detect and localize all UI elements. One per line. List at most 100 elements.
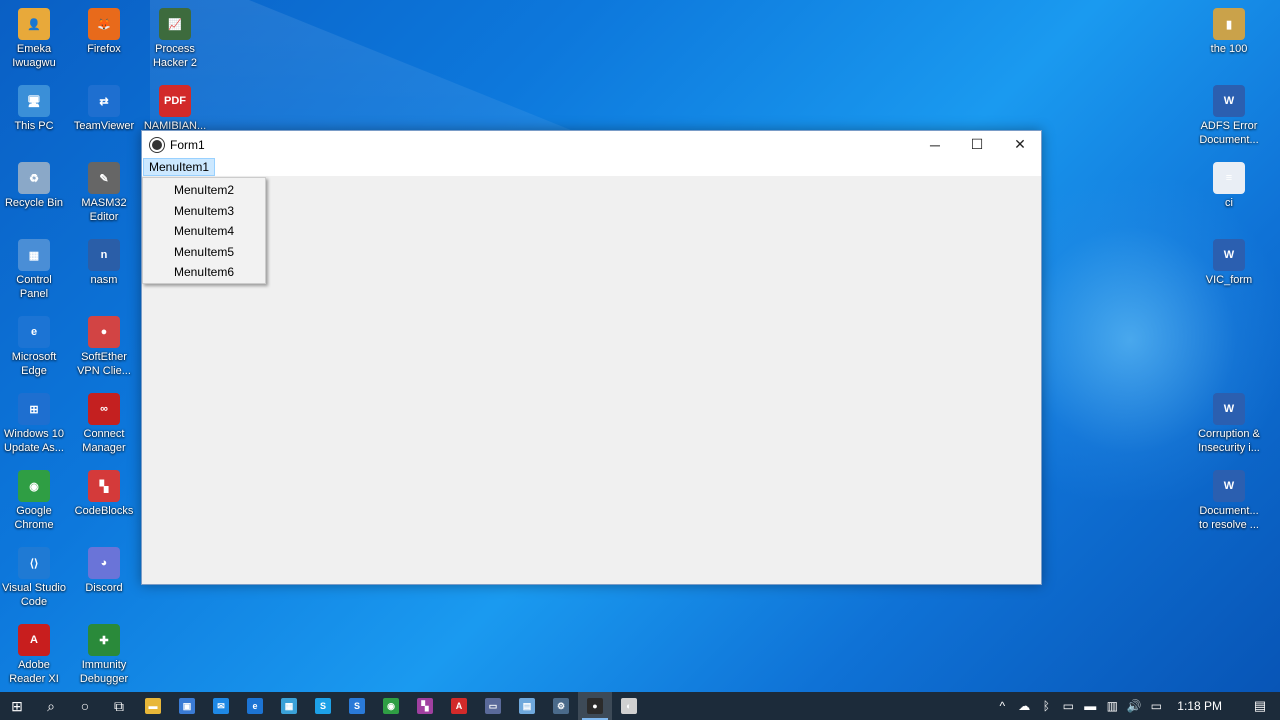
desktop-icon-label: Process Hacker 2 [152, 43, 198, 69]
taskbar-acrobat-icon[interactable]: A [442, 692, 476, 720]
show-hidden-icons-chevron[interactable]: ^ [991, 699, 1013, 713]
desktop-icon-label: Visual Studio Code [1, 582, 66, 608]
taskbar-edge-icon[interactable]: e [238, 692, 272, 720]
usb-icon[interactable]: ▭ [1057, 699, 1079, 713]
app-icon [150, 137, 164, 152]
desktop-icon-image: ◉ [18, 470, 50, 502]
desktop-icon-label: Recycle Bin [4, 197, 64, 209]
desktop-icon[interactable]: ✎ MASM32 Editor [68, 162, 140, 224]
window-title: Form1 [170, 137, 205, 152]
bluetooth-icon[interactable]: ᛒ [1035, 699, 1057, 713]
notification-icon[interactable]: ▤ [1240, 692, 1280, 720]
taskbar-chrome-icon[interactable]: ◉ [374, 692, 408, 720]
desktop-icon-image: W [1213, 470, 1245, 502]
menu-item-4[interactable]: MenuItem4 [143, 221, 265, 242]
menu-item-2[interactable]: MenuItem2 [143, 180, 265, 201]
desktop-icon[interactable]: ◕ Discord [68, 547, 140, 595]
taskbar-calculator-icon[interactable]: ▦ [272, 692, 306, 720]
form1-window: Form1 ─ ☐ ✕ MenuItem1 [141, 130, 1042, 585]
network-icon[interactable]: ▥ [1101, 699, 1123, 713]
desktop-icon[interactable]: A Adobe Reader XI [0, 624, 70, 686]
desktop-icon[interactable]: W Corruption & Insecurity i... [1193, 393, 1265, 455]
taskbar-notepad-icon[interactable]: ▤ [510, 692, 544, 720]
taskbar-apps: ▬ ▣ ✉ e ▦ S S ◉ ▚ A ▭ ▤ ⚙ ● ◐ [136, 692, 646, 720]
desktop-icon[interactable]: ≡ ci [1193, 162, 1265, 210]
taskbar-form1-app-icon[interactable]: ● [578, 692, 612, 720]
battery-icon[interactable]: ▬ [1079, 699, 1101, 713]
desktop-icon[interactable]: 🖥 This PC [0, 85, 70, 133]
desktop-icon-image: ♻ [18, 162, 50, 194]
taskbar-store-icon[interactable]: ▣ [170, 692, 204, 720]
menu-bar: MenuItem1 [142, 158, 1041, 177]
desktop-icon-image: W [1213, 85, 1245, 117]
start-icon[interactable]: ⊞ [0, 692, 34, 720]
close-button[interactable]: ✕ [999, 131, 1041, 158]
desktop-icon-label: Discord [85, 582, 123, 594]
desktop-icon-label: Control Panel [16, 274, 52, 300]
desktop-icon[interactable]: ⊞ Windows 10 Update As... [0, 393, 70, 455]
desktop-icon[interactable]: 📈 Process Hacker 2 [139, 8, 211, 70]
menu-item-3[interactable]: MenuItem3 [143, 201, 265, 222]
minimize-button[interactable]: ─ [914, 131, 956, 158]
desktop-icon[interactable]: ∞ Connect Manager [68, 393, 140, 455]
taskbar-skype-business-icon[interactable]: S [340, 692, 374, 720]
taskbar-edge-legacy-icon[interactable]: ◐ [612, 692, 646, 720]
menu-item-1[interactable]: MenuItem1 [143, 158, 216, 176]
desktop-icon[interactable]: W VIC_form [1193, 239, 1265, 287]
desktop-icon-image: ▮ [1213, 8, 1245, 40]
desktop-icon-label: Emeka Iwuagwu [12, 43, 56, 69]
photo-app-icon: ▚ [417, 698, 433, 714]
taskbar-settings-app-icon[interactable]: ⚙ [544, 692, 578, 720]
desktop-icon[interactable]: e Microsoft Edge [0, 316, 70, 378]
desktop-icon-label: ci [1225, 197, 1233, 209]
desktop-icon-image: e [18, 316, 50, 348]
desktop-icon[interactable]: ● SoftEther VPN Clie... [68, 316, 140, 378]
task-view-icon[interactable]: ⧉ [102, 692, 136, 720]
desktop-icon-label: MASM32 Editor [81, 197, 127, 223]
menu-item-6[interactable]: MenuItem6 [143, 262, 265, 283]
menu-item-5[interactable]: MenuItem5 [143, 242, 265, 263]
desktop-icon-label: TeamViewer [73, 120, 135, 132]
desktop-icon[interactable]: PDF NAMIBIAN... [139, 85, 211, 133]
cortana-icon[interactable]: ○ [68, 692, 102, 720]
desktop-icon-image: 🖥 [18, 85, 50, 117]
taskbar-console-app-icon[interactable]: ▭ [476, 692, 510, 720]
desktop-icon-image: n [88, 239, 120, 271]
desktop-icon-label: Document... to resolve ... [1199, 505, 1259, 531]
desktop-icon-image: 🦊 [88, 8, 120, 40]
desktop-icon[interactable]: ⇄ TeamViewer [68, 85, 140, 133]
desktop-icon[interactable]: 👤 Emeka Iwuagwu [0, 8, 70, 70]
desktop-icon[interactable]: ▦ Control Panel [0, 239, 70, 301]
desktop-icon[interactable]: ▮ the 100 [1193, 8, 1265, 56]
onedrive-cloud-icon[interactable]: ☁ [1013, 699, 1035, 713]
taskbar-file-explorer-icon[interactable]: ▬ [136, 692, 170, 720]
maximize-button[interactable]: ☐ [956, 131, 998, 158]
desktop-icon[interactable]: ▚ CodeBlocks [68, 470, 140, 518]
desktop-icon-image: ⊞ [18, 393, 50, 425]
desktop-icon[interactable]: ✚ Immunity Debugger [68, 624, 140, 686]
desktop-icon[interactable]: ♻ Recycle Bin [0, 162, 70, 210]
desktop-icon-image: ≡ [1213, 162, 1245, 194]
desktop-icon-image: ⇄ [88, 85, 120, 117]
title-bar[interactable]: Form1 ─ ☐ ✕ [142, 131, 1041, 158]
language-icon[interactable]: ▭ [1145, 699, 1167, 713]
clock[interactable]: 1:18 PM [1177, 699, 1222, 713]
desktop-icon[interactable]: ⟨⟩ Visual Studio Code [0, 547, 70, 609]
store-icon: ▣ [179, 698, 195, 714]
desktop-icon[interactable]: W Document... to resolve ... [1193, 470, 1265, 532]
desktop-icon-image: ▦ [18, 239, 50, 271]
desktop-icon[interactable]: n nasm [68, 239, 140, 287]
search-icon[interactable]: ⌕ [34, 692, 68, 720]
volume-icon[interactable]: 🔊 [1123, 699, 1145, 713]
desktop-icon-image: ▚ [88, 470, 120, 502]
notepad-icon: ▤ [519, 698, 535, 714]
desktop-icon-label: Microsoft Edge [11, 351, 57, 377]
desktop-icon-image: ∞ [88, 393, 120, 425]
taskbar-mail-icon[interactable]: ✉ [204, 692, 238, 720]
taskbar-photo-app-icon[interactable]: ▚ [408, 692, 442, 720]
desktop-icon[interactable]: ◉ Google Chrome [0, 470, 70, 532]
desktop-icon[interactable]: 🦊 Firefox [68, 8, 140, 56]
taskbar-skype-icon[interactable]: S [306, 692, 340, 720]
desktop-icon[interactable]: W ADFS Error Document... [1193, 85, 1265, 147]
desktop-icon-label: Google Chrome [14, 505, 54, 531]
